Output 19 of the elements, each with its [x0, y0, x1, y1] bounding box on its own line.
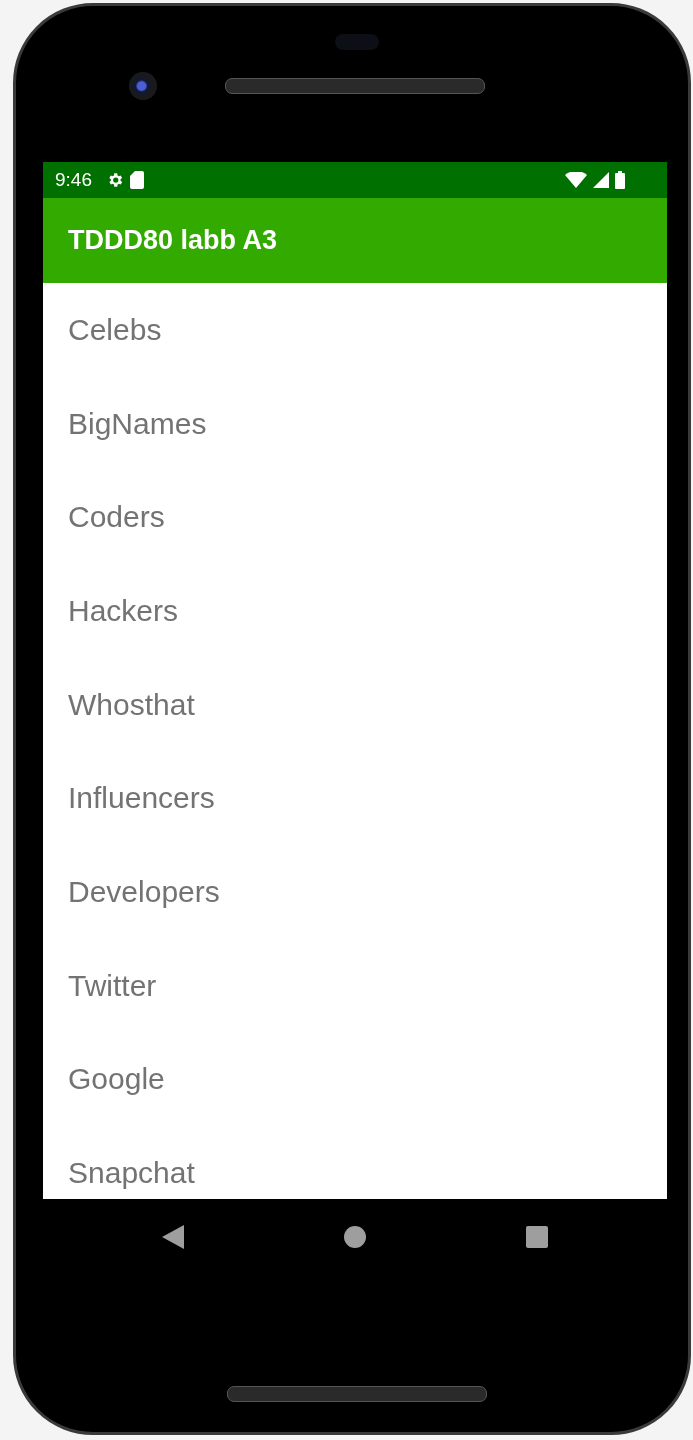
list-item[interactable]: Whosthat — [43, 657, 667, 752]
signal-icon — [593, 172, 609, 188]
list-item[interactable]: Twitter — [43, 938, 667, 1033]
list-item[interactable]: Coders — [43, 470, 667, 565]
list-item[interactable]: Celebs — [43, 283, 667, 377]
list-item[interactable]: Snapchat — [43, 1126, 667, 1199]
home-icon[interactable] — [344, 1226, 366, 1248]
list-item[interactable]: Developers — [43, 845, 667, 939]
list-item[interactable]: Google — [43, 1032, 667, 1127]
list-item[interactable]: Hackers — [43, 564, 667, 658]
app-title: TDDD80 labb A3 — [68, 225, 278, 256]
status-time: 9:46 — [55, 169, 92, 191]
wifi-icon — [565, 172, 587, 188]
list-item[interactable]: Influencers — [43, 751, 667, 846]
battery-icon — [615, 171, 625, 189]
list-item[interactable]: BigNames — [43, 376, 667, 471]
back-icon[interactable] — [162, 1225, 184, 1249]
sd-card-icon — [130, 171, 144, 189]
camera-lens — [129, 72, 157, 100]
